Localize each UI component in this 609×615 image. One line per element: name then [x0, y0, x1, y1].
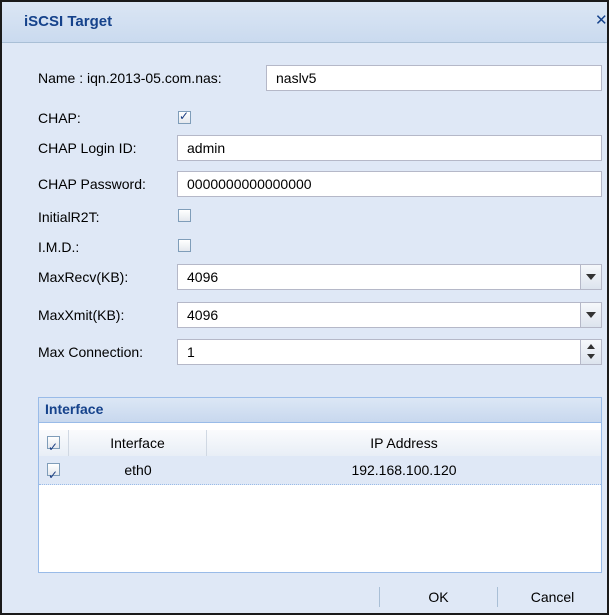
imd-checkbox[interactable]: [178, 239, 191, 252]
column-header-ip-address[interactable]: IP Address: [207, 430, 601, 456]
table-row[interactable]: eth0 192.168.100.120: [39, 456, 601, 489]
chap-checkbox[interactable]: [178, 109, 191, 124]
max-connection-label: Max Connection:: [38, 344, 144, 360]
max-xmit-select[interactable]: 4096: [177, 302, 602, 328]
interface-panel: Interface Interface IP Address eth0 192.…: [38, 397, 602, 573]
interface-panel-header: Interface: [39, 398, 601, 423]
close-icon[interactable]: ✕: [595, 12, 609, 30]
header-checkbox-cell: [39, 430, 69, 460]
interface-panel-title: Interface: [45, 401, 104, 417]
dialog-footer: OK Cancel: [2, 580, 607, 613]
name-input[interactable]: naslv5: [266, 65, 602, 91]
chap-password-input[interactable]: 0000000000000000: [177, 171, 602, 197]
max-xmit-label: MaxXmit(KB):: [38, 307, 125, 323]
interface-grid-header: Interface IP Address: [39, 430, 601, 460]
cancel-button[interactable]: Cancel: [498, 586, 607, 608]
max-connection-spinner[interactable]: 1: [177, 339, 602, 365]
column-header-interface[interactable]: Interface: [69, 430, 207, 456]
chap-login-input[interactable]: admin: [177, 135, 602, 161]
row-ip-address: 192.168.100.120: [351, 462, 457, 478]
max-xmit-value: 4096: [187, 307, 219, 323]
max-recv-dropdown-button[interactable]: [580, 265, 601, 289]
select-all-checkbox[interactable]: [47, 434, 60, 460]
imd-label: I.M.D.:: [38, 239, 80, 255]
row-interface: eth0: [124, 462, 152, 478]
ok-button[interactable]: OK: [380, 586, 497, 608]
target-form: Name : iqn.2013-05.com.nas: naslv5 CHAP:…: [2, 42, 607, 387]
spinner-down-icon: [587, 354, 595, 359]
spinner-up-icon: [587, 344, 595, 349]
chevron-down-icon: [586, 312, 596, 318]
chap-label: CHAP:: [38, 110, 81, 126]
name-label: Name : iqn.2013-05.com.nas:: [38, 70, 222, 86]
chap-password-label: CHAP Password:: [38, 176, 146, 192]
max-recv-select[interactable]: 4096: [177, 264, 602, 290]
max-connection-spin-button[interactable]: [580, 340, 601, 364]
chap-login-label: CHAP Login ID:: [38, 140, 137, 156]
chevron-down-icon: [586, 274, 596, 280]
dialog-titlebar[interactable]: iSCSI Target ✕: [2, 2, 609, 43]
row-checkbox[interactable]: [47, 461, 60, 489]
max-recv-label: MaxRecv(KB):: [38, 269, 129, 285]
dialog-title: iSCSI Target: [24, 13, 113, 30]
iscsi-target-dialog: iSCSI Target ✕ Name : iqn.2013-05.com.na…: [0, 0, 609, 615]
initial-r2t-checkbox[interactable]: [178, 209, 191, 222]
max-connection-value: 1: [187, 344, 195, 360]
initial-r2t-label: InitialR2T:: [38, 209, 100, 225]
row-checkbox-cell: [39, 456, 69, 489]
max-recv-value: 4096: [187, 269, 219, 285]
max-xmit-dropdown-button[interactable]: [580, 303, 601, 327]
